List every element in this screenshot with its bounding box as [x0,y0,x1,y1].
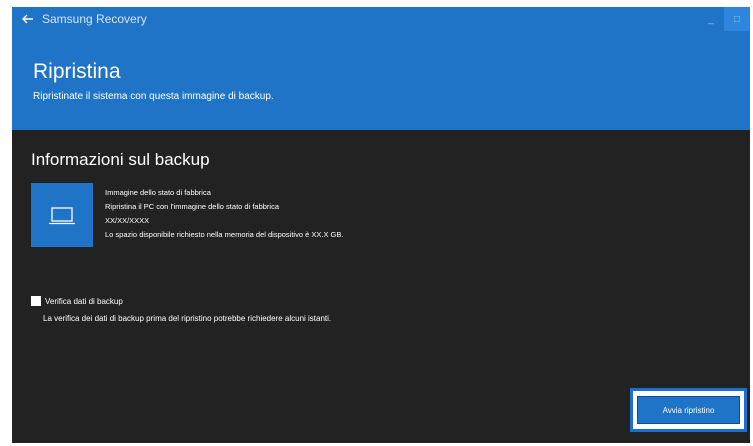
backup-name: Immagine dello stato di fabbrica [105,188,211,197]
page-title: Ripristina [33,60,121,83]
verify-backup-row[interactable]: Verifica dati di backup [31,296,123,306]
space-required: Lo spazio disponibile richiesto nella me… [105,230,344,239]
backup-date: XX/XX/XXXX [105,216,150,225]
page-subtitle: Ripristinate il sistema con questa immag… [33,91,274,102]
backup-info-title: Informazioni sul backup [31,150,210,169]
header: Samsung Recovery _ □ Ripristina Ripristi… [12,7,750,130]
laptop-icon [49,207,75,225]
window-controls: _ □ [698,7,750,31]
app-title: Samsung Recovery [42,12,147,26]
start-restore-button[interactable]: Avvia ripristino [637,396,740,424]
title-bar: Samsung Recovery _ □ [12,7,750,35]
minimize-button[interactable]: _ [698,7,724,31]
samsung-recovery-window: Samsung Recovery _ □ Ripristina Ripristi… [12,7,750,443]
restore-button[interactable]: □ [724,7,750,31]
backup-image-tile [31,183,93,247]
backup-details: Immagine dello stato di fabbrica Riprist… [105,188,343,244]
backup-description: Ripristina il PC con l'immagine dello st… [105,202,280,211]
verify-backup-label[interactable]: Verifica dati di backup [45,297,123,306]
verify-backup-description: La verifica dei dati di backup prima del… [43,314,332,323]
verify-backup-checkbox[interactable] [31,296,41,306]
back-arrow-icon[interactable] [21,12,35,26]
